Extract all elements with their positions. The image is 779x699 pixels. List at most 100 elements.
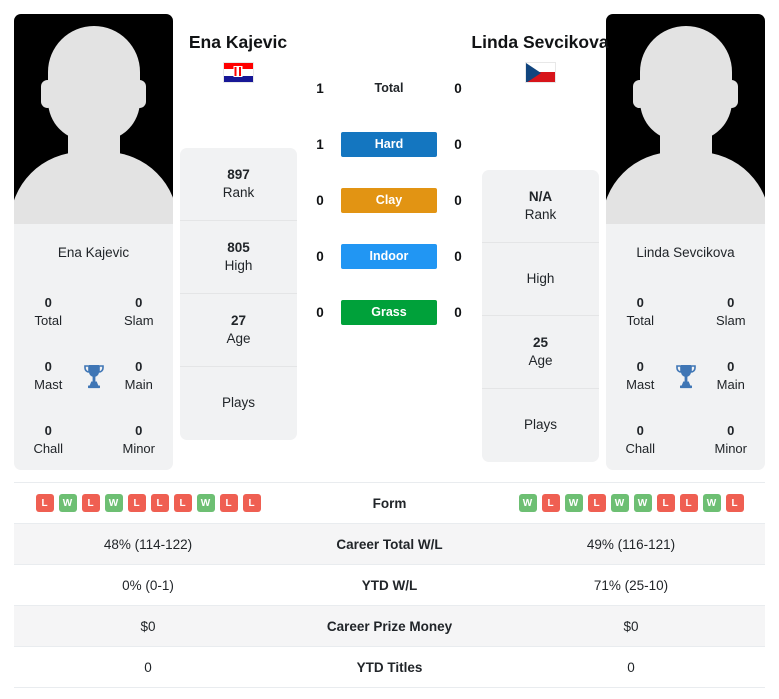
form-badge[interactable]: L xyxy=(173,494,192,512)
form-badge[interactable]: L xyxy=(656,494,675,512)
info-age-left: 27 Age xyxy=(180,294,297,367)
comparison-panel: Ena Kajevic 0 Total 0 Slam 0 Mast 0 Main… xyxy=(0,0,779,478)
player-name-right[interactable]: Linda Sevcikova xyxy=(465,32,615,54)
value: 805 xyxy=(227,239,250,255)
form-badge[interactable]: W xyxy=(518,494,537,512)
form-badge[interactable]: L xyxy=(679,494,698,512)
form-badge[interactable]: L xyxy=(242,494,261,512)
label: Plays xyxy=(523,417,557,433)
form-badge[interactable]: W xyxy=(610,494,629,512)
form-badge[interactable]: L xyxy=(541,494,560,512)
form-badge[interactable]: L xyxy=(725,494,744,512)
value: 0 xyxy=(727,423,735,439)
surface-label-grass[interactable]: Grass xyxy=(341,299,437,325)
player-header-left: Ena Kajevic xyxy=(163,32,313,83)
h2h-label-wrap: Indoor xyxy=(334,243,444,269)
titles-grid-right: 0 Total 0 Slam 0 Mast 0 Main 0 Chall 0 M… xyxy=(606,280,765,470)
stat-value-left: 48% (114-122) xyxy=(103,536,193,552)
form-badge[interactable]: W xyxy=(633,494,652,512)
value: 0 xyxy=(636,359,644,375)
h2h-row-indoor: 0 Indoor 0 xyxy=(306,228,472,284)
label: Chall xyxy=(625,441,656,456)
info-plays-left: Plays xyxy=(180,367,297,440)
info-high-right: High xyxy=(482,243,599,316)
h2h-label-wrap: Clay xyxy=(334,187,444,213)
info-plays-right: Plays xyxy=(482,389,599,462)
h2h-row-total: 1 Total 0 xyxy=(306,60,472,116)
label: Main xyxy=(124,377,153,392)
titles-row: 0 Total 0 Slam xyxy=(612,280,759,344)
h2h-score-right: 0 xyxy=(454,80,462,96)
croatia-flag-icon xyxy=(222,61,254,83)
stat-label: YTD Titles xyxy=(356,659,423,675)
titles-row: 0 Mast 0 Main xyxy=(612,344,759,408)
player-card-name-left: Ena Kajevic xyxy=(57,244,130,260)
player-card-left[interactable]: Ena Kajevic 0 Total 0 Slam 0 Mast 0 Main… xyxy=(14,14,173,470)
value: 0 xyxy=(44,423,52,439)
label: High xyxy=(526,270,555,286)
titles-mast-left: 0 Mast xyxy=(20,358,77,393)
stat-label: Career Prize Money xyxy=(326,618,453,634)
stat-value-right: WLWLWWLLWL xyxy=(497,494,765,512)
stat-label: Form xyxy=(372,495,407,511)
stats-comparison-table: L W L W L L L W L L Form W L W L W W L L W L 48% (114-122) Car… xyxy=(14,482,765,688)
label: Rank xyxy=(222,185,255,200)
player-info-card-right: N/A Rank High 25 Age Plays xyxy=(482,170,599,462)
form-badge[interactable]: L xyxy=(81,494,100,512)
h2h-row-grass: 0 Grass 0 xyxy=(306,284,472,340)
value: 0 xyxy=(135,359,143,375)
titles-chall-right: 0 Chall xyxy=(612,422,669,457)
form-badge[interactable]: L xyxy=(219,494,238,512)
value: 0 xyxy=(44,359,52,375)
surface-label-clay[interactable]: Clay xyxy=(341,187,437,213)
form-badge[interactable]: L xyxy=(150,494,169,512)
stat-value-right: 71% (25-10) xyxy=(593,577,669,593)
h2h-score-right: 0 xyxy=(454,136,462,152)
form-badge[interactable]: L xyxy=(127,494,146,512)
form-badge[interactable]: L xyxy=(35,494,54,512)
titles-grid-left: 0 Total 0 Slam 0 Mast 0 Main 0 Chall 0 M… xyxy=(14,280,173,470)
h2h-score-left: 0 xyxy=(316,248,324,264)
h2h-score-right: 0 xyxy=(454,192,462,208)
stat-value-right: 49% (116-121) xyxy=(586,536,676,552)
titles-slam-left: 0 Slam xyxy=(111,294,168,329)
h2h-score-right: 0 xyxy=(454,304,462,320)
h2h-score-left: 1 xyxy=(316,136,324,152)
form-badge[interactable]: W xyxy=(104,494,123,512)
stat-value-right: $0 xyxy=(623,618,639,634)
stat-value-left: 0 xyxy=(144,659,152,675)
form-badge[interactable]: W xyxy=(196,494,215,512)
info-rank-right: N/A Rank xyxy=(482,170,599,243)
table-row: 48% (114-122) Career Total W/L 49% (116-12… xyxy=(14,524,765,565)
value: 27 xyxy=(230,312,247,328)
stat-value-left: LWLWLLLWLL xyxy=(14,494,282,512)
form-badge[interactable]: L xyxy=(587,494,606,512)
player-name-left[interactable]: Ena Kajevic xyxy=(163,32,313,54)
titles-main-right: 0 Main xyxy=(703,358,760,393)
label: Plays xyxy=(221,395,255,411)
form-badge[interactable]: W xyxy=(702,494,721,512)
value: 0 xyxy=(44,295,52,311)
label: Mast xyxy=(34,377,63,392)
surface-label-hard[interactable]: Hard xyxy=(341,131,437,157)
table-row: L W L W L L L W L L Form W L W L W W L L W L xyxy=(14,483,765,524)
label: Chall xyxy=(33,441,64,456)
info-high-left: 805 High xyxy=(180,221,297,294)
form-badge[interactable]: W xyxy=(564,494,583,512)
form-badge[interactable]: W xyxy=(58,494,77,512)
surface-label-indoor[interactable]: Indoor xyxy=(341,243,437,269)
player-avatar-right xyxy=(606,14,765,224)
stat-label: Career Total W/L xyxy=(336,536,443,552)
h2h-score-right: 0 xyxy=(454,248,462,264)
titles-slam-right: 0 Slam xyxy=(703,294,760,329)
info-age-right: 25 Age xyxy=(482,316,599,389)
titles-row: 0 Total 0 Slam xyxy=(20,280,167,344)
value: 0 xyxy=(727,295,735,311)
titles-total-left: 0 Total xyxy=(20,294,77,329)
label: Age xyxy=(528,353,553,368)
player-card-right[interactable]: Linda Sevcikova 0 Total 0 Slam 0 Mast 0 … xyxy=(606,14,765,470)
titles-mast-right: 0 Mast xyxy=(612,358,669,393)
trophy-icon xyxy=(669,363,703,389)
titles-minor-right: 0 Minor xyxy=(703,422,760,457)
label: Total xyxy=(34,313,62,328)
